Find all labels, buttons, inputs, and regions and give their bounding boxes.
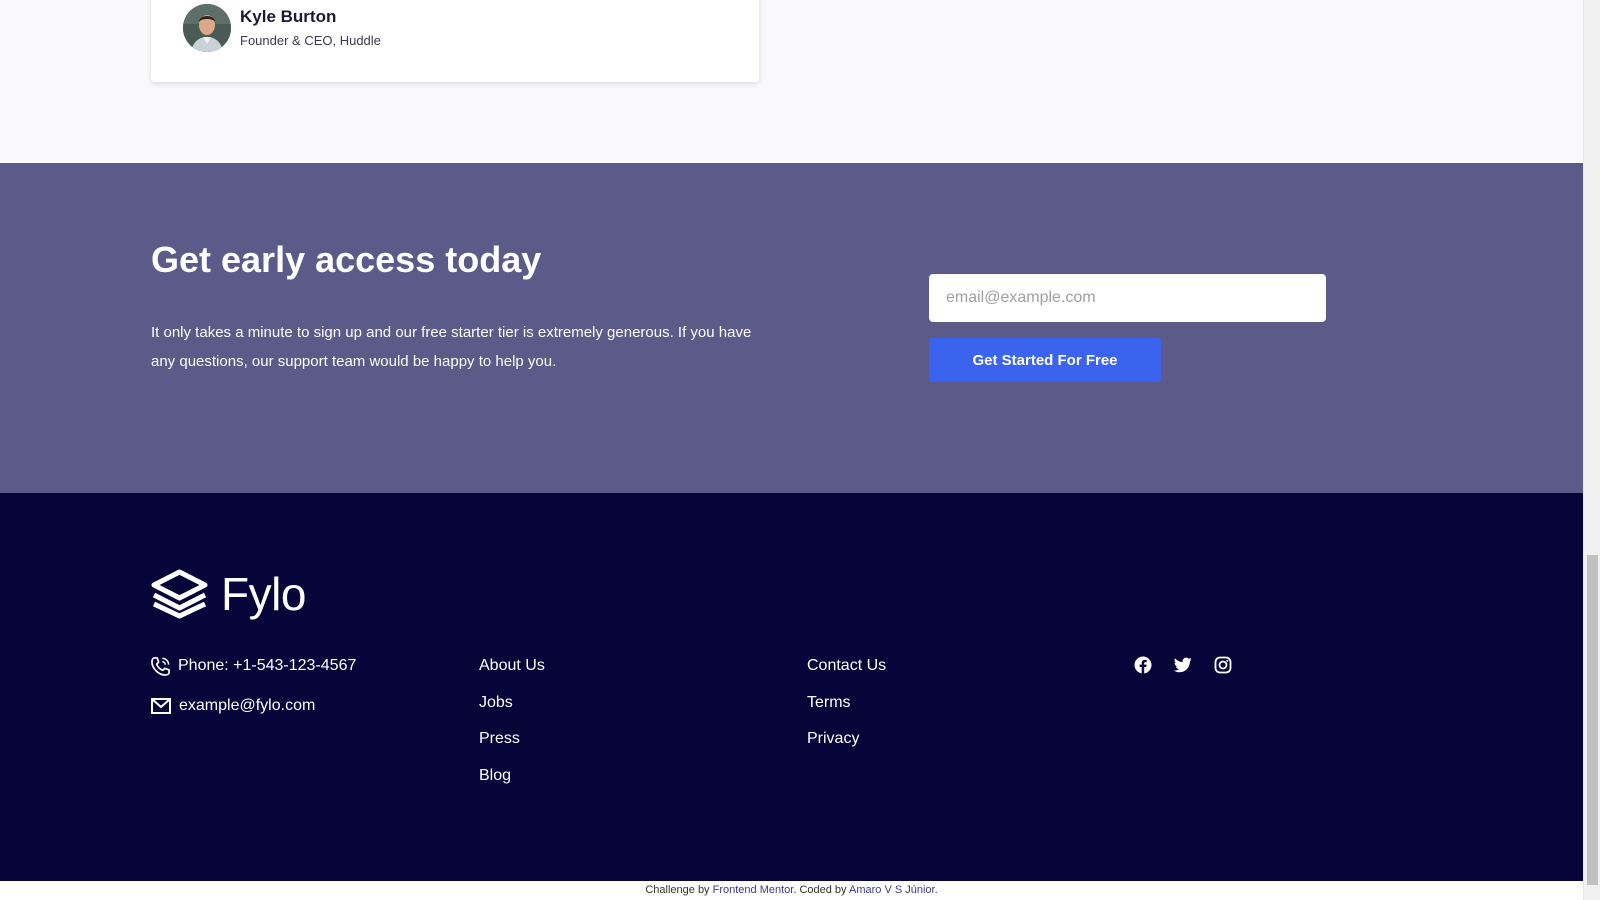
avatar-portrait-icon: [183, 4, 231, 52]
footer-link-contact-us[interactable]: Contact Us: [807, 657, 886, 674]
attribution: Challenge by Frontend Mentor. Coded by A…: [0, 881, 1583, 900]
footer-link-terms[interactable]: Terms: [807, 694, 851, 711]
footer-link-about-us[interactable]: About Us: [479, 657, 545, 674]
twitter-icon: [1174, 657, 1192, 673]
avatar: [183, 4, 231, 52]
contact-email-text[interactable]: example@fylo.com: [179, 697, 315, 715]
scrollbar-thumb[interactable]: [1587, 555, 1598, 885]
social-links: [1134, 656, 1232, 674]
fylo-logo-icon: [151, 569, 208, 619]
footer: Fylo Phone: +1-543-123-4567 example@fylo…: [0, 493, 1583, 881]
testimonials-section: Kyle Burton Founder & CEO, Huddle: [0, 0, 1583, 163]
footer-link-jobs[interactable]: Jobs: [479, 694, 513, 711]
early-access-section: Get early access today It only takes a m…: [0, 163, 1583, 493]
footer-link-blog[interactable]: Blog: [479, 767, 511, 784]
frontend-mentor-link[interactable]: Frontend Mentor: [713, 884, 794, 896]
page: Kyle Burton Founder & CEO, Huddle Get ea…: [0, 0, 1600, 900]
page-scrollbar[interactable]: [1583, 0, 1600, 900]
twitter-link[interactable]: [1174, 656, 1192, 674]
footer-links-support: Contact Us Terms Privacy: [807, 654, 886, 764]
phone-icon: [151, 656, 170, 676]
instagram-link[interactable]: [1214, 656, 1232, 674]
facebook-icon: [1134, 656, 1152, 674]
instagram-icon: [1214, 656, 1232, 674]
contact-phone: Phone: +1-543-123-4567: [151, 654, 356, 678]
footer-link-privacy[interactable]: Privacy: [807, 730, 859, 747]
attribution-suffix: .: [934, 884, 938, 896]
author-link[interactable]: Amaro V S Júnior: [849, 884, 935, 896]
footer-links-company: About Us Jobs Press Blog: [479, 654, 545, 800]
get-started-button[interactable]: Get Started For Free: [929, 338, 1161, 382]
early-access-title: Get early access today: [151, 239, 542, 280]
fylo-logo-text: Fylo: [221, 568, 306, 620]
email-input[interactable]: [929, 274, 1326, 322]
envelope-icon: [151, 698, 171, 714]
footer-link-press[interactable]: Press: [479, 730, 520, 747]
testimonial-card: Kyle Burton Founder & CEO, Huddle: [151, 0, 759, 82]
facebook-link[interactable]: [1134, 656, 1152, 674]
testimonial-author-role: Founder & CEO, Huddle: [240, 33, 381, 48]
early-access-description: It only takes a minute to sign up and ou…: [151, 324, 752, 370]
attribution-prefix: Challenge by: [645, 884, 713, 896]
testimonial-author-name: Kyle Burton: [240, 7, 337, 26]
contact-phone-text: Phone: +1-543-123-4567: [178, 657, 357, 674]
attribution-middle: . Coded by: [793, 884, 849, 896]
contact-email: example@fylo.com: [151, 694, 315, 718]
